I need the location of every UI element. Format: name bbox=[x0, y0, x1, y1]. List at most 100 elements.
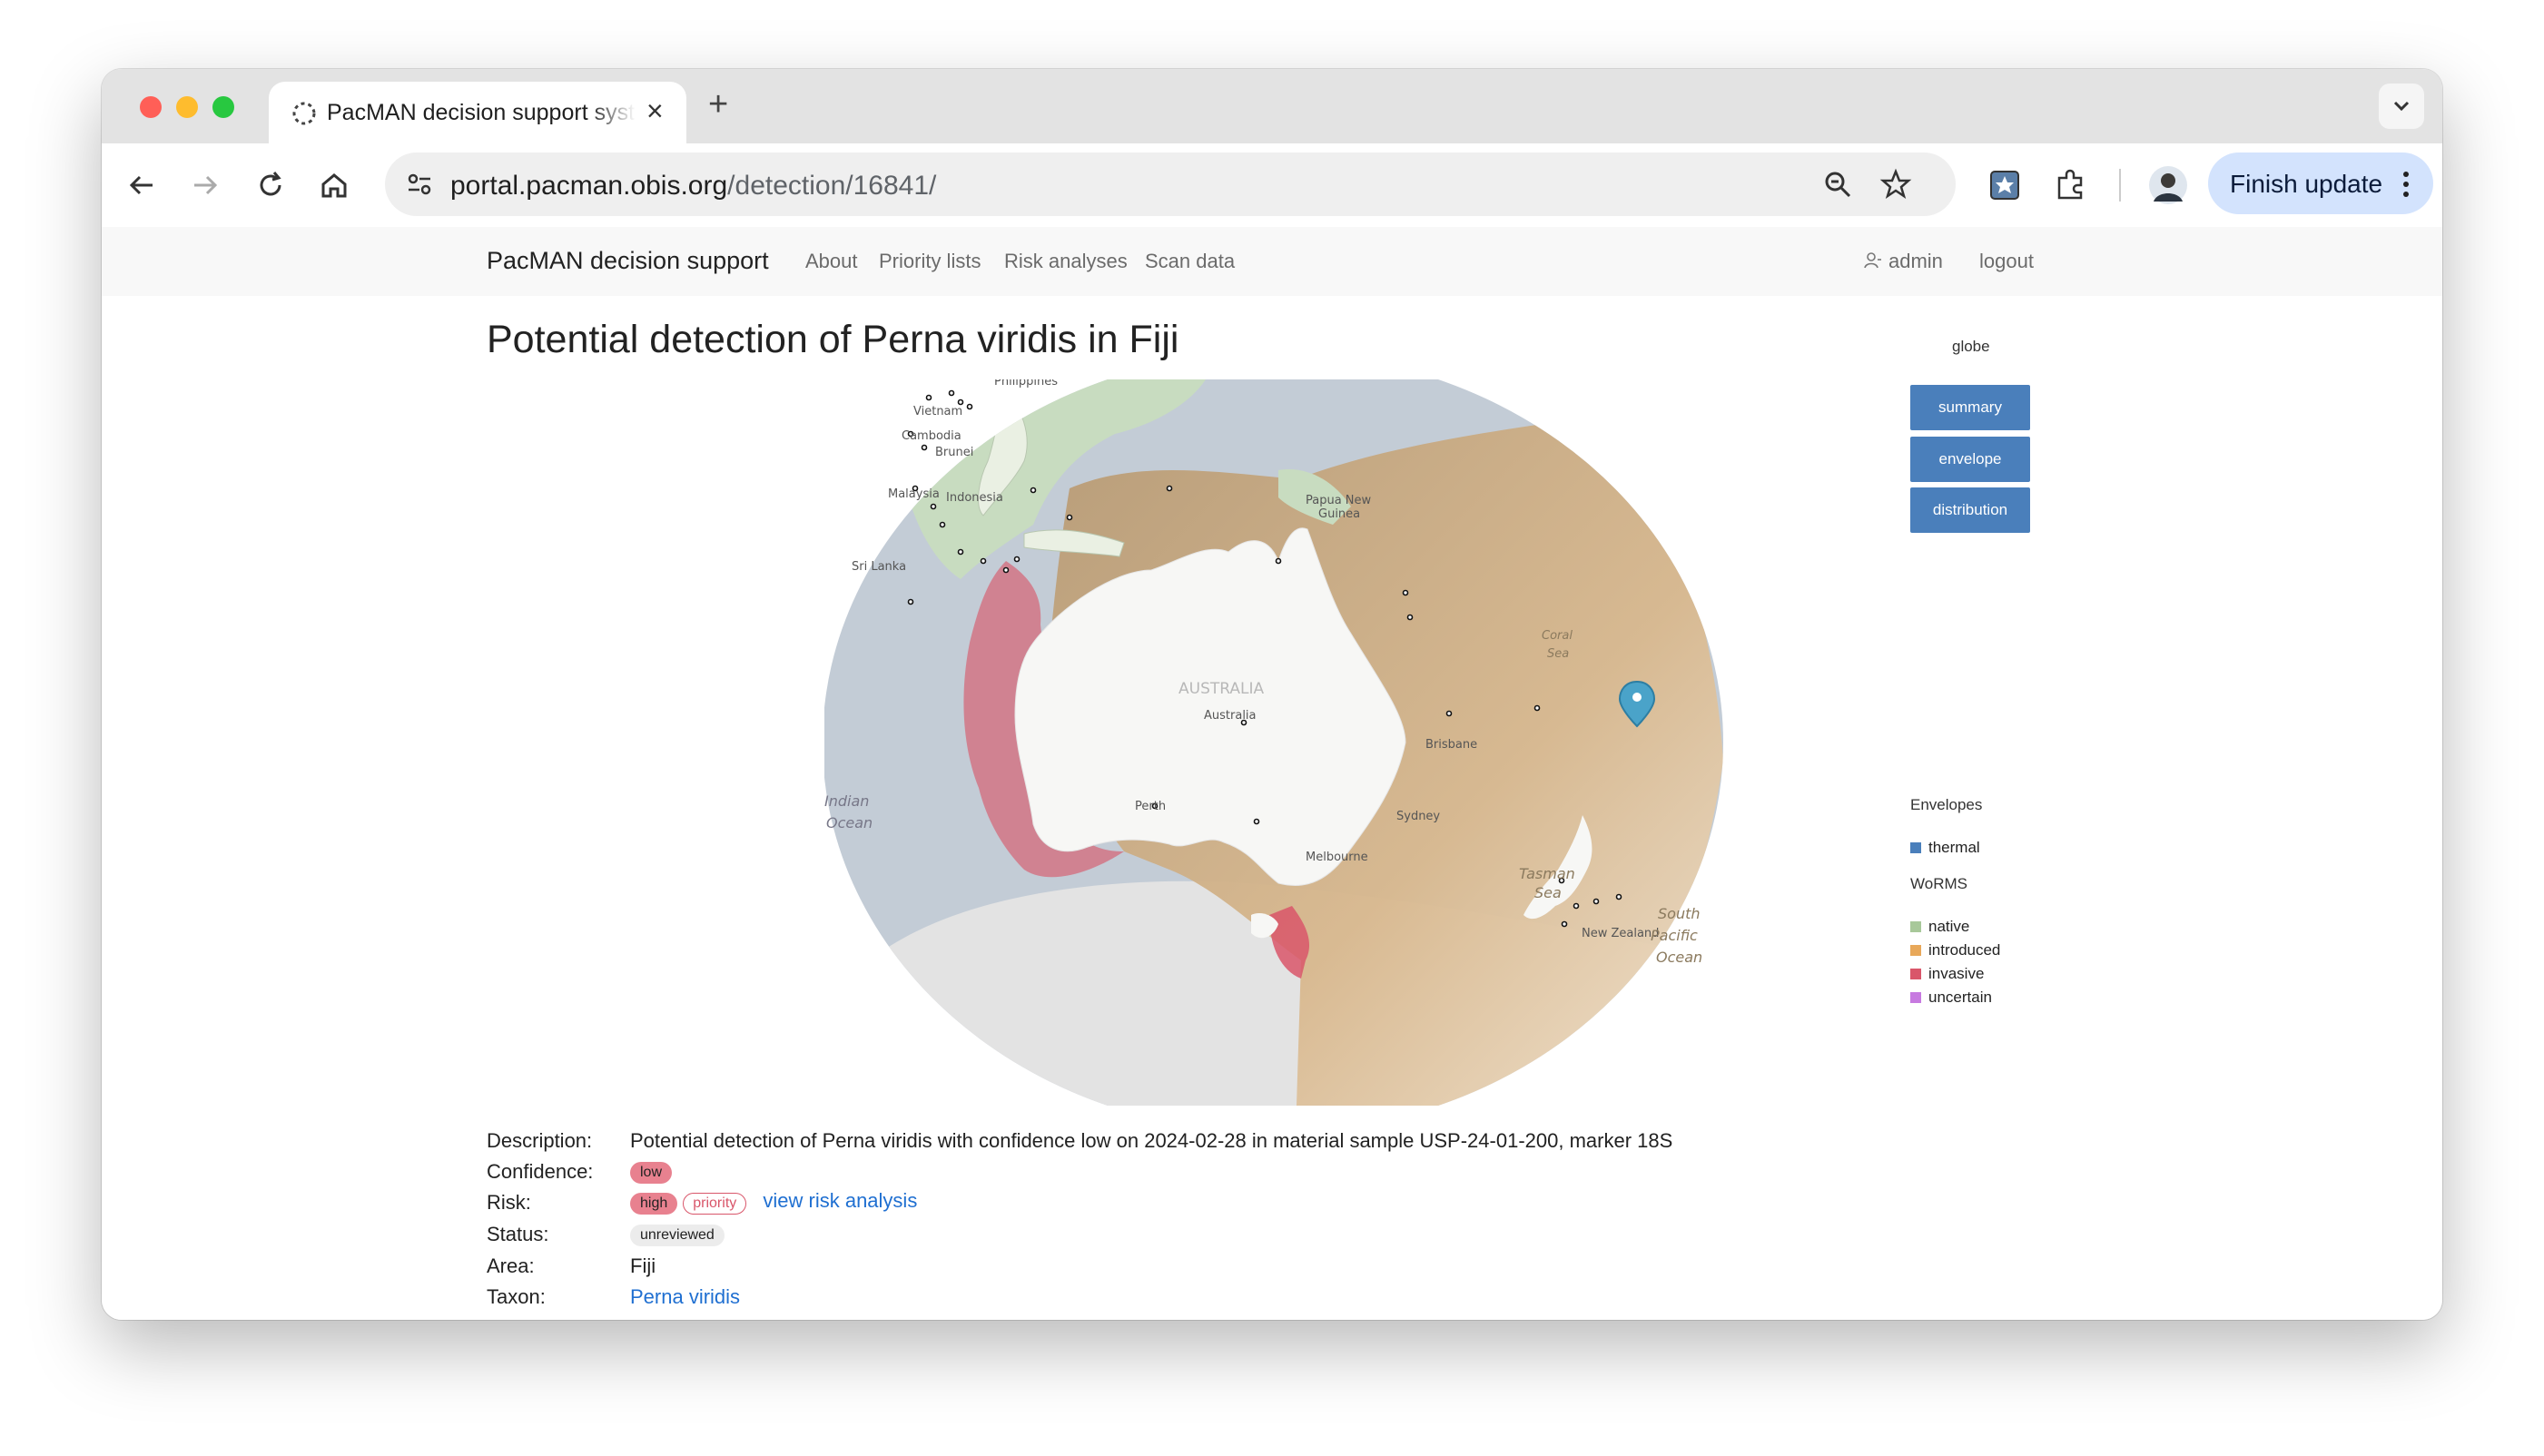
area-value: Fiji bbox=[630, 1254, 656, 1277]
species-map[interactable]: Philippines Vietnam Cambodia Brunei Mala… bbox=[824, 379, 1732, 1106]
nav-user[interactable]: admin bbox=[1888, 250, 1943, 273]
risk-label: Risk: bbox=[487, 1191, 531, 1214]
globe-label: globe bbox=[1952, 338, 1990, 355]
legend-uncertain[interactable]: uncertain bbox=[1910, 989, 1992, 1007]
swatch-uncertain bbox=[1910, 992, 1921, 1003]
zoom-icon[interactable] bbox=[1821, 168, 1854, 201]
bookmark-star-icon[interactable] bbox=[1879, 168, 1912, 201]
confidence-value: low bbox=[630, 1158, 677, 1184]
url-text: portal.pacman.obis.org/detection/16841/ bbox=[450, 171, 936, 202]
brand-link[interactable]: PacMAN decision support bbox=[487, 247, 769, 275]
browser-toolbar: portal.pacman.obis.org/detection/16841/ … bbox=[102, 143, 2442, 228]
area-label: Area: bbox=[487, 1254, 535, 1277]
risk-value: high priority view risk analysis bbox=[630, 1189, 917, 1215]
extensions-puzzle-icon[interactable] bbox=[2052, 167, 2088, 203]
nav-risk-analyses[interactable]: Risk analyses bbox=[1004, 250, 1128, 273]
url-path: /detection/16841/ bbox=[727, 171, 937, 201]
swatch-native bbox=[1910, 921, 1921, 932]
legend-invasive[interactable]: invasive bbox=[1910, 965, 1984, 983]
maximize-window-button[interactable] bbox=[212, 96, 234, 118]
nav-priority-lists[interactable]: Priority lists bbox=[879, 250, 981, 273]
label-sydney: Sydney bbox=[1396, 810, 1440, 823]
label-south-3: Ocean bbox=[1656, 949, 1702, 966]
finish-update-label: Finish update bbox=[2230, 170, 2383, 198]
legend-introduced[interactable]: introduced bbox=[1910, 941, 2000, 959]
worms-heading: WoRMS bbox=[1910, 875, 1967, 892]
reload-icon[interactable] bbox=[254, 169, 287, 202]
tab-close-icon[interactable]: × bbox=[646, 94, 664, 128]
label-indonesia: Indonesia bbox=[946, 491, 1003, 505]
browser-tab[interactable]: PacMAN decision support system × bbox=[269, 82, 686, 143]
swatch-invasive bbox=[1910, 969, 1921, 979]
label-australia-region: AUSTRALIA bbox=[1178, 680, 1264, 698]
extension-star-icon[interactable] bbox=[1987, 167, 2023, 203]
profile-avatar[interactable] bbox=[2148, 165, 2188, 205]
label-tasman-1: Tasman bbox=[1519, 865, 1575, 882]
label-indian-2: Ocean bbox=[826, 814, 873, 831]
label-south-1: South bbox=[1658, 905, 1701, 922]
distribution-button[interactable]: distribution bbox=[1910, 487, 2030, 533]
label-papua: Papua New bbox=[1306, 494, 1372, 507]
label-brisbane: Brisbane bbox=[1425, 738, 1477, 752]
label-tasman-2: Sea bbox=[1534, 884, 1562, 901]
label-sri-lanka: Sri Lanka bbox=[852, 560, 906, 574]
legend-thermal-label: thermal bbox=[1928, 839, 1980, 856]
legend-introduced-label: introduced bbox=[1928, 941, 2001, 959]
status-value: unreviewed bbox=[630, 1221, 730, 1246]
label-indian-1: Indian bbox=[824, 792, 869, 810]
tab-title: PacMAN decision support system bbox=[327, 100, 636, 125]
legend-invasive-label: invasive bbox=[1928, 965, 1985, 982]
user-icon bbox=[1864, 252, 1881, 269]
label-cambodia: Cambodia bbox=[902, 429, 961, 443]
home-icon[interactable] bbox=[318, 169, 350, 202]
tab-bar: PacMAN decision support system × + bbox=[102, 69, 2442, 143]
new-tab-button[interactable]: + bbox=[708, 85, 728, 124]
confidence-label: Confidence: bbox=[487, 1160, 594, 1183]
finish-update-button[interactable]: Finish update bbox=[2208, 152, 2433, 214]
envelope-button[interactable]: envelope bbox=[1910, 437, 2030, 482]
chevron-down-icon bbox=[2393, 101, 2410, 112]
legend-native-label: native bbox=[1928, 918, 1970, 935]
label-guinea: Guinea bbox=[1318, 507, 1360, 521]
label-vietnam: Vietnam bbox=[913, 405, 962, 418]
label-south-2: Pacific bbox=[1651, 927, 1698, 944]
browser-window: PacMAN decision support system × + porta… bbox=[102, 69, 2442, 1320]
close-window-button[interactable] bbox=[140, 96, 162, 118]
tab-search-button[interactable] bbox=[2379, 84, 2424, 129]
risk-analysis-link[interactable]: view risk analysis bbox=[763, 1189, 917, 1212]
taxon-label: Taxon: bbox=[487, 1285, 546, 1308]
address-bar[interactable]: portal.pacman.obis.org/detection/16841/ bbox=[385, 152, 1956, 216]
swatch-introduced bbox=[1910, 945, 1921, 956]
label-philippines: Philippines bbox=[994, 379, 1058, 389]
back-icon[interactable] bbox=[125, 169, 158, 202]
taxon-link[interactable]: Perna viridis bbox=[630, 1285, 740, 1309]
nav-about[interactable]: About bbox=[805, 250, 858, 273]
nav-logout[interactable]: logout bbox=[1979, 250, 2034, 273]
status-badge: unreviewed bbox=[630, 1225, 725, 1246]
more-vert-icon bbox=[2403, 172, 2409, 197]
forward-icon[interactable] bbox=[189, 169, 222, 202]
label-new-zealand: New Zealand bbox=[1582, 927, 1659, 940]
loading-icon bbox=[292, 102, 316, 125]
label-malaysia: Malaysia bbox=[888, 487, 940, 501]
url-host: portal.pacman.obis.org bbox=[450, 171, 728, 201]
label-perth: Perth bbox=[1135, 800, 1166, 813]
risk-badge: high bbox=[630, 1193, 678, 1215]
priority-badge: priority bbox=[683, 1193, 747, 1215]
site-settings-icon[interactable] bbox=[403, 168, 436, 201]
summary-button[interactable]: summary bbox=[1910, 385, 2030, 430]
label-melbourne: Melbourne bbox=[1306, 851, 1368, 864]
description-label: Description: bbox=[487, 1129, 593, 1152]
envelopes-heading: Envelopes bbox=[1910, 796, 1983, 813]
page-content: PacMAN decision support About Priority l… bbox=[102, 227, 2442, 1320]
toolbar-divider bbox=[2119, 169, 2121, 202]
label-brunei: Brunei bbox=[935, 446, 973, 459]
confidence-badge: low bbox=[630, 1162, 673, 1184]
legend-thermal[interactable]: thermal bbox=[1910, 839, 1980, 857]
nav-scan-data[interactable]: Scan data bbox=[1145, 250, 1235, 273]
swatch-thermal bbox=[1910, 842, 1921, 853]
minimize-window-button[interactable] bbox=[176, 96, 198, 118]
page-title: Potential detection of Perna viridis in … bbox=[487, 318, 1179, 361]
legend-native[interactable]: native bbox=[1910, 918, 1969, 936]
label-australia: Australia bbox=[1204, 709, 1257, 723]
